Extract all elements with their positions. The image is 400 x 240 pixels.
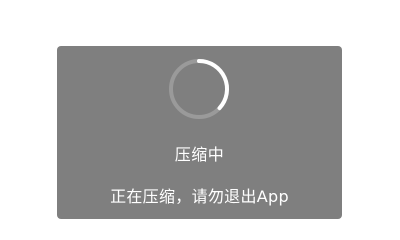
loading-spinner-icon	[169, 59, 230, 119]
compression-progress-dialog: 压缩中 正在压缩，请勿退出App	[57, 46, 342, 219]
dialog-title: 压缩中	[174, 145, 225, 164]
screen: 压缩中 正在压缩，请勿退出App	[0, 0, 400, 230]
spinner-arc	[197, 59, 230, 111]
dialog-message: 正在压缩，请勿退出App	[110, 187, 289, 206]
